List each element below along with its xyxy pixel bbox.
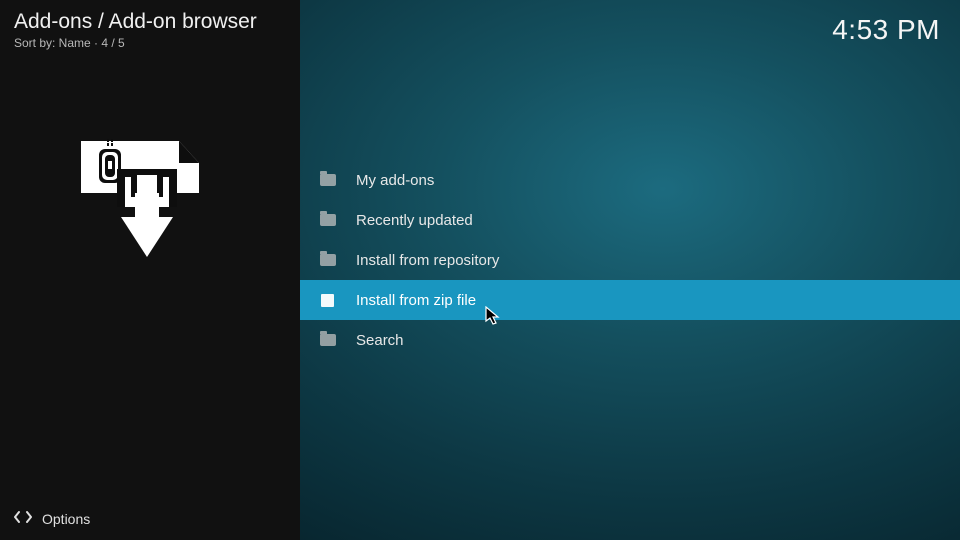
options-label: Options	[42, 511, 90, 527]
menu-item-label: Search	[356, 332, 404, 349]
options-arrows-icon	[14, 510, 32, 528]
menu-item-install-from-zip[interactable]: Install from zip file	[300, 280, 960, 320]
folder-icon	[320, 214, 336, 226]
sort-status-line: Sort by: Name · 4 / 5	[14, 36, 125, 50]
breadcrumb: Add-ons / Add-on browser	[14, 10, 257, 34]
menu-item-label: My add-ons	[356, 172, 434, 189]
zip-file-icon	[321, 294, 334, 307]
menu-item-label: Install from zip file	[356, 292, 476, 309]
menu-item-label: Install from repository	[356, 252, 499, 269]
options-button[interactable]: Options	[14, 510, 90, 528]
menu-item-search[interactable]: Search	[300, 320, 960, 360]
menu-item-label: Recently updated	[356, 212, 473, 229]
install-from-zip-large-icon	[75, 135, 205, 270]
folder-icon	[320, 174, 336, 186]
menu-item-install-from-repository[interactable]: Install from repository	[300, 240, 960, 280]
addon-menu-list: My add-ons Recently updated Install from…	[300, 160, 960, 360]
folder-icon	[320, 254, 336, 266]
folder-icon	[320, 334, 336, 346]
clock: 4:53 PM	[832, 14, 940, 46]
menu-item-my-addons[interactable]: My add-ons	[300, 160, 960, 200]
sidebar-panel: Add-ons / Add-on browser Sort by: Name ·…	[0, 0, 300, 540]
menu-item-recently-updated[interactable]: Recently updated	[300, 200, 960, 240]
